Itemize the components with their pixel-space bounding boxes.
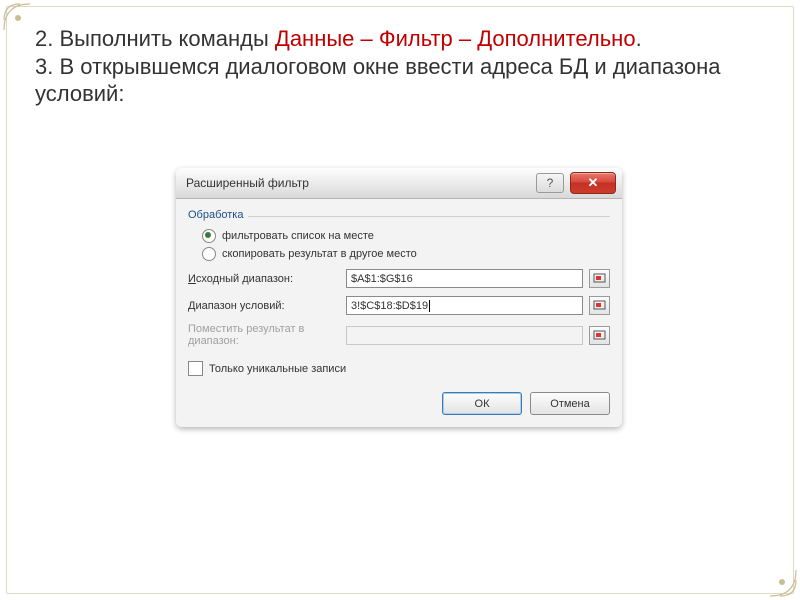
advanced-filter-dialog: Расширенный фильтр ? ✕ Обработка фильтро… <box>176 168 622 427</box>
text-caret <box>429 300 430 312</box>
checkbox-icon <box>188 361 203 376</box>
copy-to-another-label: скопировать результат в другое место <box>222 248 417 260</box>
source-range-ref-button[interactable] <box>589 269 610 288</box>
range-select-icon <box>593 299 606 312</box>
criteria-range-row: Диапазон условий: 3!$C$18:$D$19 <box>188 296 610 315</box>
corner-ornament-bottom-right <box>740 540 800 600</box>
instruction-line1-suffix: . <box>636 26 642 51</box>
radio-icon <box>202 229 216 243</box>
source-range-label: Исходный диапазон: <box>188 273 340 285</box>
copy-to-input <box>346 326 583 345</box>
instruction-line2: 3. В открывшемся диалоговом окне ввести … <box>35 54 721 107</box>
dialog-body: Обработка фильтровать список на месте ск… <box>176 199 622 427</box>
dialog-title: Расширенный фильтр <box>186 176 309 190</box>
filter-in-place-label: фильтровать список на месте <box>222 230 374 242</box>
copy-to-another-radio-row[interactable]: скопировать результат в другое место <box>202 247 610 261</box>
instruction-line1-command: Данные – Фильтр – Дополнительно <box>275 26 636 51</box>
copy-to-ref-button[interactable] <box>589 326 610 345</box>
dialog-titlebar[interactable]: Расширенный фильтр ? ✕ <box>176 168 622 199</box>
instruction-line1-prefix: 2. Выполнить команды <box>35 26 275 51</box>
source-range-input[interactable]: $A$1:$G$16 <box>346 269 583 288</box>
copy-to-row: Поместить результат в диапазон: <box>188 323 610 347</box>
unique-records-label: Только уникальные записи <box>209 363 346 375</box>
radio-icon <box>202 247 216 261</box>
copy-to-label: Поместить результат в диапазон: <box>188 323 340 347</box>
unique-records-row[interactable]: Только уникальные записи <box>188 361 610 376</box>
criteria-range-input[interactable]: 3!$C$18:$D$19 <box>346 296 583 315</box>
filter-in-place-radio-row[interactable]: фильтровать список на месте <box>202 229 610 243</box>
source-range-row: Исходный диапазон: $A$1:$G$16 <box>188 269 610 288</box>
close-icon: ✕ <box>588 175 599 191</box>
cancel-button[interactable]: Отмена <box>530 392 610 415</box>
range-select-icon <box>593 329 606 342</box>
criteria-range-label: Диапазон условий: <box>188 300 340 312</box>
instruction-text: 2. Выполнить команды Данные – Фильтр – Д… <box>35 25 765 108</box>
dialog-button-row: ОК Отмена <box>188 392 610 415</box>
range-select-icon <box>593 272 606 285</box>
help-button[interactable]: ? <box>536 173 564 193</box>
question-icon: ? <box>547 176 554 190</box>
ok-button[interactable]: ОК <box>442 392 522 415</box>
processing-group-label: Обработка <box>188 209 610 221</box>
close-button[interactable]: ✕ <box>570 172 616 194</box>
criteria-range-ref-button[interactable] <box>589 296 610 315</box>
